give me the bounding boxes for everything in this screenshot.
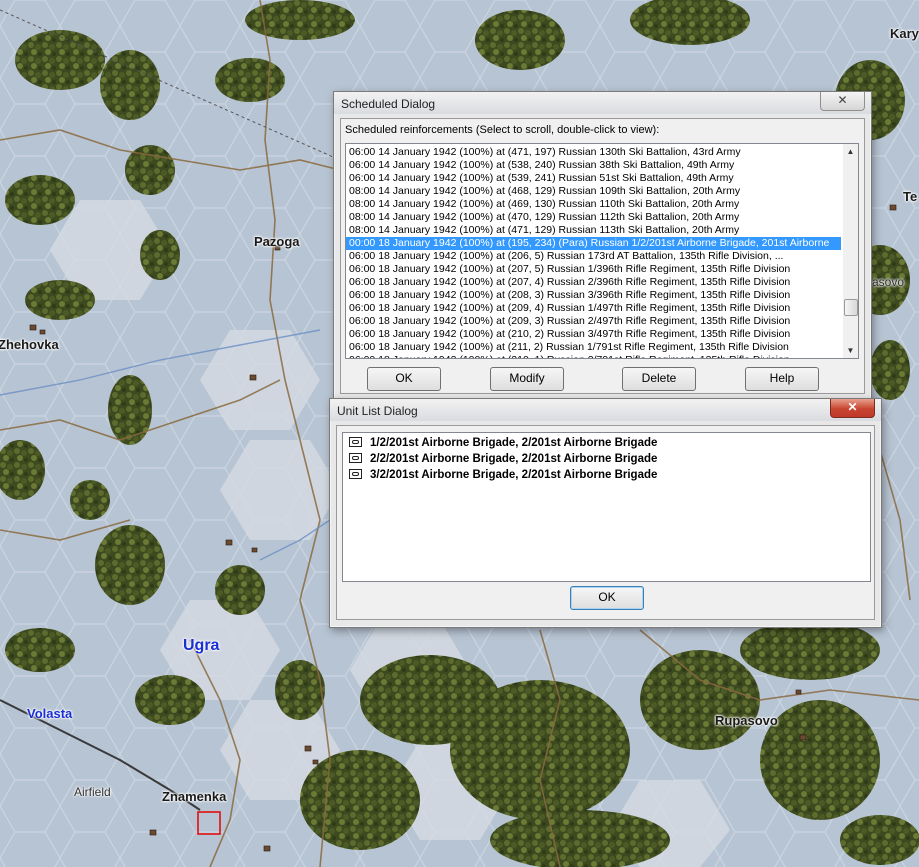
unit-list-dialog-titlebar[interactable]: Unit List Dialog ✕: [330, 399, 881, 421]
reinforcement-row[interactable]: 06:00 18 January 1942 (100%) at (206, 5)…: [346, 250, 841, 263]
unit-name: 3/2/201st Airborne Brigade, 2/201st Airb…: [370, 469, 658, 481]
map-label-airfield: Airfield: [74, 785, 111, 799]
scroll-down-icon[interactable]: ▼: [843, 343, 858, 358]
map-label-asovo: asovo: [872, 275, 905, 289]
reinforcement-row[interactable]: 06:00 18 January 1942 (100%) at (209, 3)…: [346, 315, 841, 328]
unit-list-item[interactable]: 3/2/201st Airborne Brigade, 2/201st Airb…: [343, 467, 657, 483]
reinforcement-row[interactable]: 06:00 18 January 1942 (100%) at (211, 2)…: [346, 341, 841, 354]
reinforcement-row[interactable]: 06:00 18 January 1942 (100%) at (210, 2)…: [346, 328, 841, 341]
reinforcement-row[interactable]: 08:00 14 January 1942 (100%) at (468, 12…: [346, 185, 841, 198]
reinforcement-row[interactable]: 00:00 18 January 1942 (100%) at (195, 23…: [346, 237, 841, 250]
reinforcement-list[interactable]: 06:00 14 January 1942 (100%) at (471, 19…: [345, 143, 859, 359]
reinforcement-row[interactable]: 06:00 18 January 1942 (100%) at (209, 4)…: [346, 302, 841, 315]
map-label-zhehovka: Zhehovka: [0, 337, 59, 352]
reinforcement-row[interactable]: 06:00 18 January 1942 (100%) at (207, 4)…: [346, 276, 841, 289]
unit-list-item[interactable]: 1/2/201st Airborne Brigade, 2/201st Airb…: [343, 435, 657, 451]
close-icon[interactable]: ✕: [830, 399, 875, 418]
scheduled-dialog-titlebar[interactable]: Scheduled Dialog ✕: [334, 92, 871, 114]
unit-list-dialog: Unit List Dialog ✕ 1/2/201st Airborne Br…: [329, 398, 882, 628]
unit-list-dialog-body: 1/2/201st Airborne Brigade, 2/201st Airb…: [336, 425, 875, 620]
unit-list-dialog-title: Unit List Dialog: [337, 404, 418, 418]
unit-list[interactable]: 1/2/201st Airborne Brigade, 2/201st Airb…: [342, 432, 871, 582]
unit-rows: 1/2/201st Airborne Brigade, 2/201st Airb…: [343, 435, 657, 483]
reinforcement-scrollbar[interactable]: ▲ ▼: [843, 144, 858, 358]
reinforcement-row[interactable]: 08:00 14 January 1942 (100%) at (470, 12…: [346, 211, 841, 224]
scheduled-dialog-title: Scheduled Dialog: [341, 97, 436, 111]
scheduled-dialog: Scheduled Dialog ✕ Scheduled reinforceme…: [333, 91, 872, 401]
unit-list-ok-button[interactable]: OK: [570, 586, 644, 610]
map-label-kary: Kary: [890, 26, 919, 41]
map-label-te: Te: [903, 189, 918, 204]
reinforcement-row[interactable]: 08:00 14 January 1942 (100%) at (469, 13…: [346, 198, 841, 211]
map-label-ugra-river: Ugra: [183, 637, 220, 654]
scroll-up-icon[interactable]: ▲: [843, 144, 858, 159]
map-label-pazoga: Pazoga: [254, 234, 300, 249]
close-icon[interactable]: ✕: [820, 92, 865, 111]
reinforcement-row[interactable]: 06:00 18 January 1942 (100%) at (207, 5)…: [346, 263, 841, 276]
modify-button[interactable]: Modify: [490, 367, 564, 391]
infantry-unit-icon: [349, 453, 362, 463]
scroll-thumb[interactable]: [844, 299, 858, 316]
infantry-unit-icon: [349, 437, 362, 447]
unit-name: 2/2/201st Airborne Brigade, 2/201st Airb…: [370, 453, 658, 465]
reinforcement-row[interactable]: 06:00 14 January 1942 (100%) at (538, 24…: [346, 159, 841, 172]
unit-list-item[interactable]: 2/2/201st Airborne Brigade, 2/201st Airb…: [343, 451, 657, 467]
map-label-znamenka: Znamenka: [162, 789, 227, 804]
help-button[interactable]: Help: [745, 367, 819, 391]
unit-name: 1/2/201st Airborne Brigade, 2/201st Airb…: [370, 437, 658, 449]
reinforcement-row[interactable]: 06:00 14 January 1942 (100%) at (471, 19…: [346, 146, 841, 159]
ok-button[interactable]: OK: [367, 367, 441, 391]
reinforcement-row[interactable]: 08:00 14 January 1942 (100%) at (471, 12…: [346, 224, 841, 237]
reinforcement-row[interactable]: 06:00 18 January 1942 (100%) at (208, 3)…: [346, 289, 841, 302]
reinforcement-row[interactable]: 06:00 18 January 1942 (100%) at (210, 1)…: [346, 354, 841, 358]
reinforcement-row[interactable]: 06:00 14 January 1942 (100%) at (539, 24…: [346, 172, 841, 185]
scheduled-dialog-body: Scheduled reinforcements (Select to scro…: [340, 118, 865, 394]
scheduled-caption: Scheduled reinforcements (Select to scro…: [345, 124, 660, 136]
infantry-unit-icon: [349, 469, 362, 479]
reinforcement-rows: 06:00 14 January 1942 (100%) at (471, 19…: [346, 146, 841, 358]
map-label-volasta: Volasta: [27, 706, 73, 721]
delete-button[interactable]: Delete: [622, 367, 696, 391]
map-label-rupasovo: Rupasovo: [715, 713, 778, 728]
